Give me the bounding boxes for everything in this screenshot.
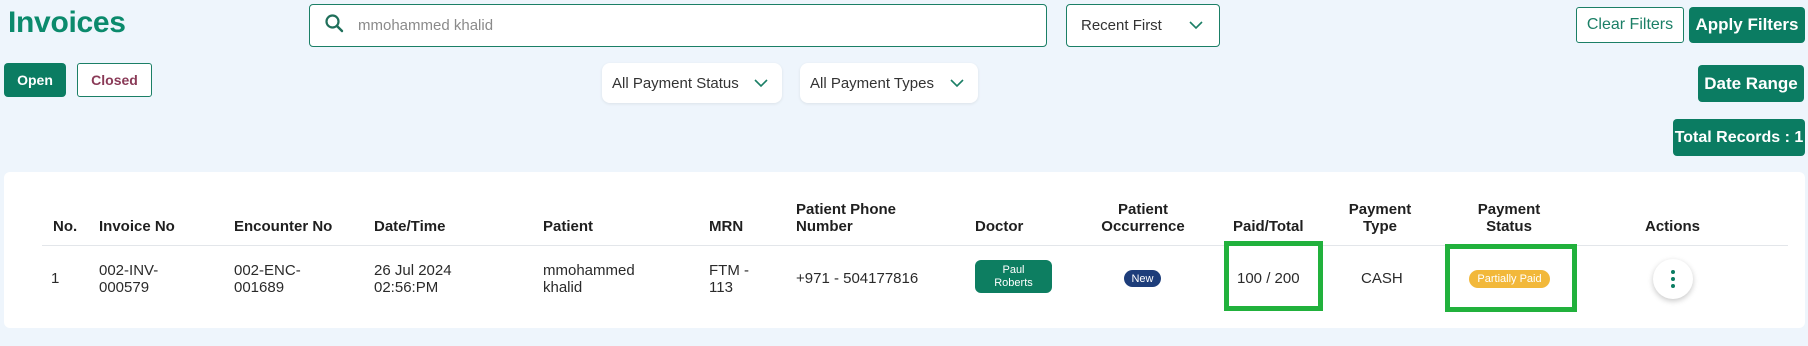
search-box[interactable] <box>309 4 1047 47</box>
header-payment-type-line1: Payment <box>1348 201 1412 218</box>
kebab-dot <box>1671 270 1675 274</box>
cell-encounter-no-line2: 001689 <box>234 279 285 296</box>
header-patient: Patient <box>543 218 594 235</box>
kebab-menu-icon[interactable] <box>1653 259 1693 299</box>
chevron-down-icon <box>1189 17 1203 34</box>
header-encounter-no: Encounter No <box>234 218 333 235</box>
cell-phone: +971 - 504177816 <box>796 270 919 287</box>
payment-types-dropdown[interactable]: All Payment Types <box>800 63 978 103</box>
cell-mrn: FTM - 113 <box>709 262 749 296</box>
search-input[interactable] <box>358 17 958 34</box>
payment-status-highlight <box>1445 244 1577 312</box>
cell-invoice-no[interactable]: 002-INV- 000579 <box>99 262 158 296</box>
sort-label: Recent First <box>1081 17 1162 34</box>
payment-status-dropdown[interactable]: All Payment Status <box>602 63 782 103</box>
header-occurrence-line1: Patient <box>1117 201 1168 218</box>
header-occurrence: Patient Occurrence <box>1098 201 1188 235</box>
header-payment-type: Payment Type <box>1345 201 1415 235</box>
header-phone-line2: Number <box>796 218 853 235</box>
cell-invoice-no-line2: 000579 <box>99 279 150 296</box>
doctor-last-name: Roberts <box>994 276 1033 289</box>
cell-date-time: 26 Jul 2024 02:56:PM <box>374 262 452 296</box>
sort-dropdown[interactable]: Recent First <box>1066 4 1220 47</box>
cell-patient: mmohammed khalid <box>543 262 635 296</box>
paid-total-highlight <box>1224 241 1323 311</box>
cell-invoice-no-line1: 002-INV- <box>99 262 159 279</box>
header-payment-type-line2: Type <box>1363 218 1397 235</box>
cell-no: 1 <box>51 270 60 287</box>
header-actions: Actions <box>1645 218 1701 235</box>
occurrence-badge: New <box>1124 270 1161 287</box>
header-payment-status-line2: Status <box>1486 218 1532 235</box>
kebab-dot <box>1671 277 1675 281</box>
header-occurrence-line2: Occurrence <box>1101 218 1185 235</box>
cell-encounter-no-line1: 002-ENC- <box>234 262 301 279</box>
date-range-button[interactable]: Date Range <box>1698 65 1804 102</box>
page-title: Invoices <box>8 6 126 39</box>
cell-mrn-line2: 113 <box>709 279 733 296</box>
header-mrn: MRN <box>709 218 744 235</box>
header-phone: Patient Phone Number <box>796 201 896 235</box>
doctor-badge: Paul Roberts <box>975 260 1052 293</box>
header-no: No. <box>53 218 78 235</box>
doctor-first-name: Paul <box>1002 263 1025 276</box>
kebab-dot <box>1671 284 1675 288</box>
cell-mrn-line1: FTM - <box>709 262 749 279</box>
header-paid-total: Paid/Total <box>1233 218 1304 235</box>
tab-closed[interactable]: Closed <box>77 63 152 97</box>
cell-patient-line2: khalid <box>543 279 583 296</box>
search-icon <box>324 13 344 38</box>
payment-status-label: All Payment Status <box>612 74 739 92</box>
header-doctor: Doctor <box>975 218 1024 235</box>
cell-payment-type: CASH <box>1361 270 1403 287</box>
apply-filters-button[interactable]: Apply Filters <box>1689 7 1805 43</box>
cell-patient-line1: mmohammed <box>543 262 635 279</box>
header-phone-line1: Patient Phone <box>796 201 897 218</box>
clear-filters-button[interactable]: Clear Filters <box>1576 7 1684 43</box>
cell-time: 02:56:PM <box>374 279 439 296</box>
header-invoice-no: Invoice No <box>99 218 175 235</box>
tab-open[interactable]: Open <box>4 63 66 97</box>
chevron-down-icon <box>754 75 768 92</box>
header-payment-status-line1: Payment <box>1477 201 1541 218</box>
cell-date: 26 Jul 2024 <box>374 262 452 279</box>
payment-types-label: All Payment Types <box>810 74 934 92</box>
header-payment-status: Payment Status <box>1474 201 1544 235</box>
chevron-down-icon <box>950 75 964 92</box>
header-date-time: Date/Time <box>374 218 446 235</box>
total-records-badge: Total Records : 1 <box>1673 119 1805 156</box>
cell-encounter-no: 002-ENC- 001689 <box>234 262 301 296</box>
